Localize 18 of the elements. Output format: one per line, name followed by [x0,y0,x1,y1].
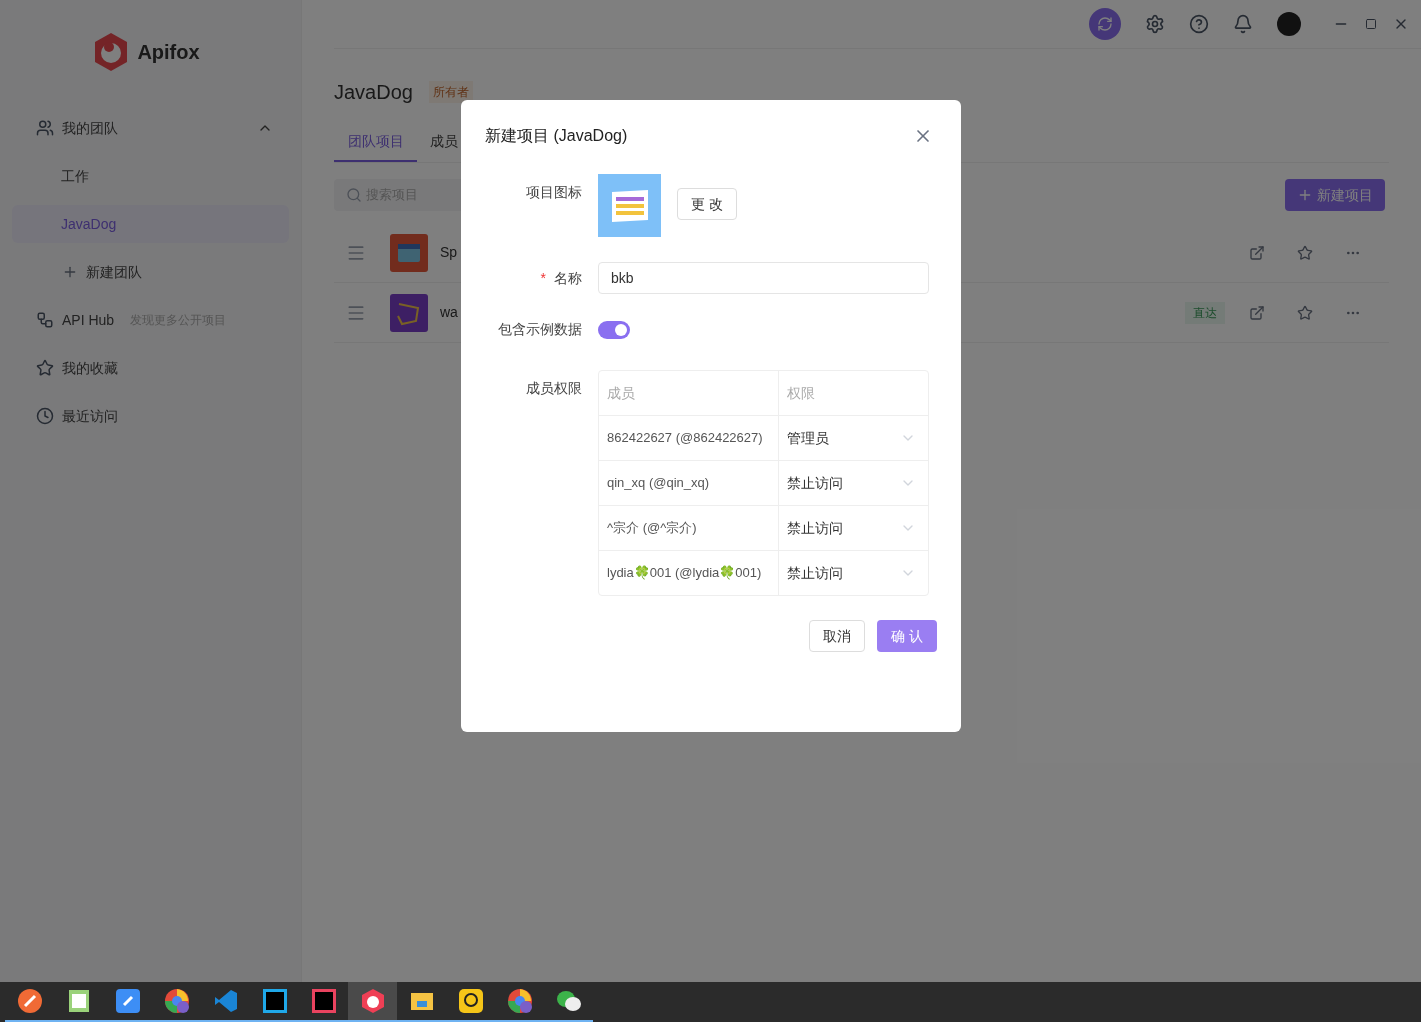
project-name: wa [440,303,458,322]
table-cell-text: qin_xq (@qin_xq) [607,474,710,492]
field-label: 名称 [554,268,582,288]
field-label: 包含示例数据 [497,320,583,339]
table-cell-text: lydia🍀001 (@lydia🍀001) [607,564,762,582]
role-tag: 所有者 [428,81,473,103]
required-mark: * [540,268,546,288]
column-header: 权限 [786,383,816,403]
project-name: Sp [440,243,458,262]
shortcut-tag: 直达 [1185,301,1225,324]
table-cell-text: ^宗介 (@^宗介) [607,519,697,537]
app-name: Apifox [137,40,200,65]
table-cell-text: 862422627 (@862422627) [607,429,763,447]
team-title: JavaDog [334,80,413,105]
dialog-title: 新建项目 (JavaDog) [485,126,628,146]
field-label: 成员权限 [525,379,583,398]
field-label: 项目图标 [525,183,583,202]
column-header: 成员 [599,371,779,415]
